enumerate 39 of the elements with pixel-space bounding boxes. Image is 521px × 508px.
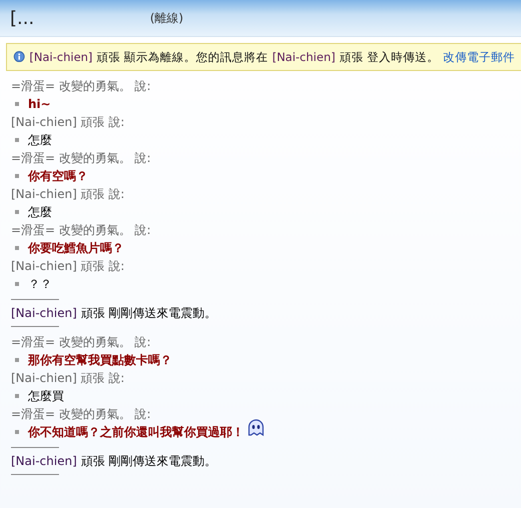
bullet-icon bbox=[15, 174, 19, 178]
bullet-icon bbox=[15, 210, 19, 214]
sender-line: [Nai-chien] 頑張 說: bbox=[11, 114, 126, 131]
contact-name: [Nai-chien] bbox=[11, 306, 77, 320]
bullet-icon bbox=[15, 394, 19, 398]
message-text: 怎麼 bbox=[28, 204, 52, 220]
nudge-text: 頑張 剛剛傳送來電震動。 bbox=[80, 304, 217, 322]
sender-line: =滑蛋= 改變的勇氣。 說: bbox=[11, 78, 152, 95]
message-text: ？？ bbox=[28, 276, 52, 292]
sender-line: =滑蛋= 改變的勇氣。 說: bbox=[11, 222, 152, 239]
window-title: [... bbox=[10, 8, 36, 28]
nudge-text: 頑張 剛剛傳送來電震動。 bbox=[80, 452, 217, 470]
contact-name: [Nai-chien] bbox=[29, 50, 93, 64]
message-text: 你要吃鱈魚片嗎？ bbox=[28, 240, 124, 256]
message-text: 怎麼買 bbox=[28, 388, 64, 404]
sender-line: =滑蛋= 改變的勇氣。 說: bbox=[11, 334, 152, 351]
info-text: 頑張 登入時傳送。 bbox=[339, 50, 439, 64]
message-text: hi~ bbox=[28, 97, 51, 111]
contact-name: [Nai-chien] bbox=[272, 50, 336, 64]
sender-line: =滑蛋= 改變的勇氣。 說: bbox=[11, 150, 152, 167]
email-link[interactable]: 改傳電子郵件 bbox=[443, 50, 515, 64]
status-text: (離線) bbox=[150, 10, 184, 26]
bullet-icon bbox=[15, 246, 19, 250]
message-text: 那你有空幫我買點數卡嗎？ bbox=[28, 352, 172, 368]
bullet-icon bbox=[15, 282, 19, 286]
contact-name: [Nai-chien] bbox=[11, 454, 77, 468]
message-text: 怎麼 bbox=[28, 132, 52, 148]
sender-line: =滑蛋= 改變的勇氣。 說: bbox=[11, 406, 152, 423]
sender-line: [Nai-chien] 頑張 說: bbox=[11, 370, 126, 387]
info-text: 頑張 顯示為離線。您的訊息將在 bbox=[96, 50, 268, 64]
bullet-icon bbox=[15, 102, 19, 106]
sender-line: [Nai-chien] 頑張 說: bbox=[11, 186, 126, 203]
bullet-icon bbox=[15, 430, 19, 434]
message-text: 你不知道嗎？之前你還叫我幫你買過耶！ bbox=[28, 424, 244, 440]
bullet-icon bbox=[15, 358, 19, 362]
bullet-icon bbox=[15, 138, 19, 142]
message-text: 你有空嗎？ bbox=[28, 168, 88, 184]
sender-line: [Nai-chien] 頑張 說: bbox=[11, 258, 126, 275]
info-icon bbox=[13, 49, 26, 65]
